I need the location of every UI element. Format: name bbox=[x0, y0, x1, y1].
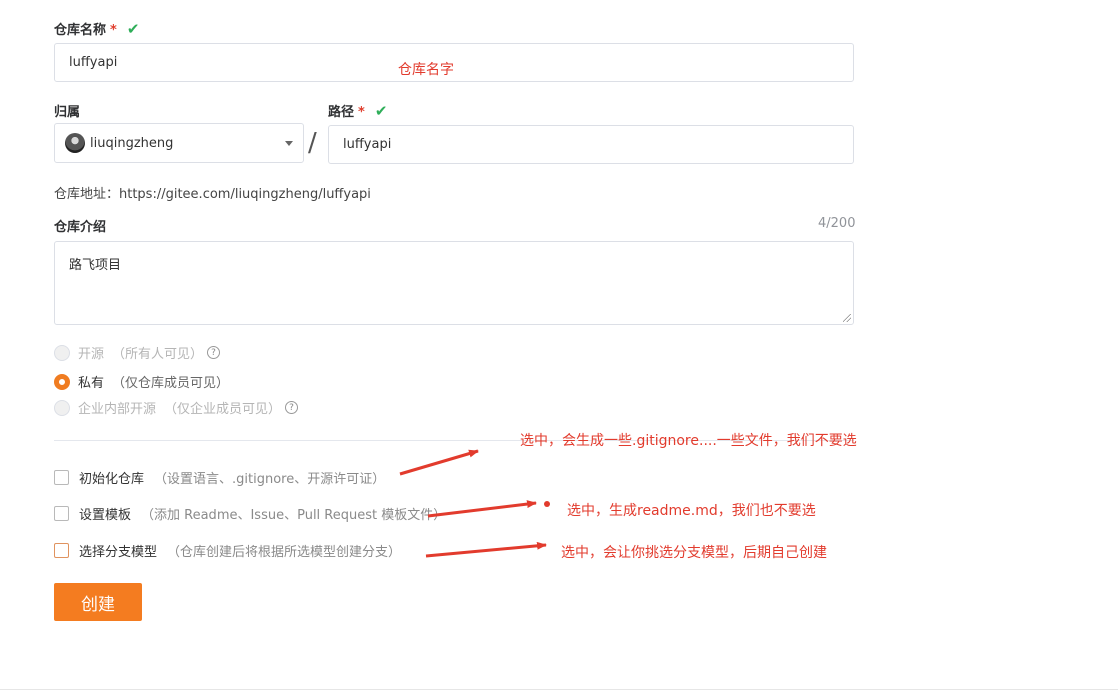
arrow-branch bbox=[425, 541, 547, 558]
page-bottom-border bbox=[0, 689, 1118, 690]
annotation-arrows bbox=[399, 449, 547, 558]
arrow-template bbox=[427, 500, 537, 518]
arrow-init bbox=[399, 449, 479, 476]
